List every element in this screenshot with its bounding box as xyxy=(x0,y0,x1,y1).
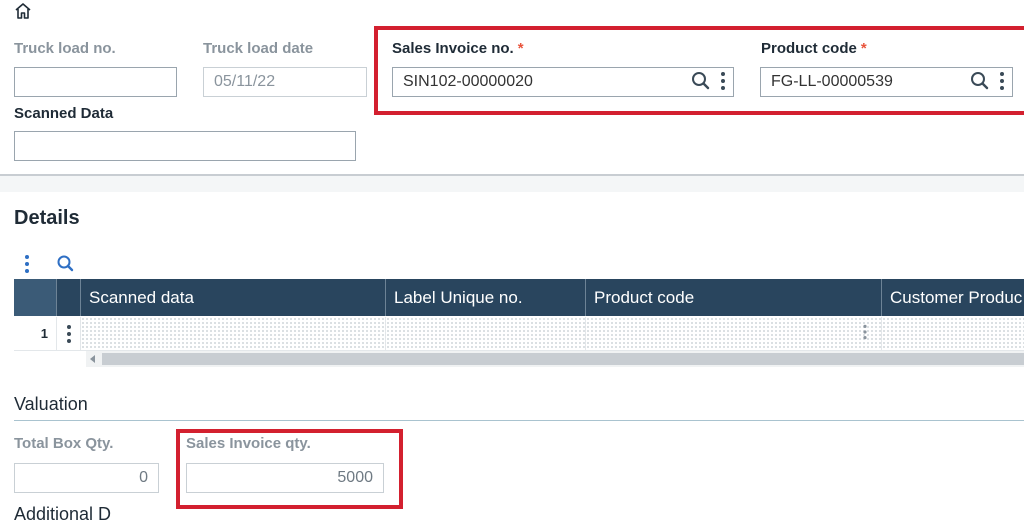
product-code-input[interactable]: FG-LL-00000539 xyxy=(760,67,1013,97)
home-icon[interactable] xyxy=(14,2,34,20)
truck-load-date-input[interactable]: 05/11/22 xyxy=(203,67,367,97)
grid-actions-icon[interactable] xyxy=(25,255,29,273)
section-divider-shadow xyxy=(0,176,1024,192)
cell-customer-product[interactable] xyxy=(882,317,1024,350)
scroll-left-arrow-icon[interactable] xyxy=(90,355,95,363)
required-marker: * xyxy=(517,40,524,57)
more-options-icon[interactable] xyxy=(721,72,725,90)
sales-invoice-qty-label: Sales Invoice qty. xyxy=(186,435,311,452)
scanned-data-input[interactable] xyxy=(14,131,356,161)
column-header-label-unique-no[interactable]: Label Unique no. xyxy=(386,279,586,316)
truck-load-no-input[interactable] xyxy=(14,67,177,97)
sales-invoice-no-label: Sales Invoice no. * xyxy=(392,40,524,57)
column-header-customer-product[interactable]: Customer Produc xyxy=(882,279,1024,316)
sales-invoice-no-label-text: Sales Invoice no. xyxy=(392,40,514,57)
search-icon[interactable] xyxy=(691,70,711,92)
total-box-qty-input[interactable]: 0 xyxy=(14,463,159,493)
sales-invoice-no-value: SIN102-00000020 xyxy=(403,73,533,90)
grid-search-icon[interactable] xyxy=(56,254,76,274)
details-grid-header: Scanned data Label Unique no. Product co… xyxy=(14,279,1024,316)
truck-load-no-label: Truck load no. xyxy=(14,40,116,57)
product-code-value: FG-LL-00000539 xyxy=(771,73,893,90)
truck-load-date-label: Truck load date xyxy=(203,40,314,57)
product-code-label-text: Product code xyxy=(761,40,857,57)
details-title: Details xyxy=(14,207,80,229)
cell-scanned-data[interactable] xyxy=(81,317,386,350)
column-header-product-code[interactable]: Product code xyxy=(586,279,882,316)
grid-horizontal-scrollbar[interactable] xyxy=(86,351,1024,367)
row-menu-icon[interactable] xyxy=(66,324,71,343)
column-header-scanned-data[interactable]: Scanned data xyxy=(81,279,386,316)
grid-header-actions xyxy=(57,279,81,316)
sales-invoice-qty-input[interactable]: 5000 xyxy=(186,463,384,493)
total-box-qty-label: Total Box Qty. xyxy=(14,435,114,452)
scanned-data-label: Scanned Data xyxy=(14,105,114,122)
sales-invoice-no-input[interactable]: SIN102-00000020 xyxy=(392,67,734,97)
search-icon[interactable] xyxy=(970,70,990,92)
cell-label-unique-no[interactable] xyxy=(386,317,586,350)
required-marker: * xyxy=(860,40,867,57)
more-options-icon[interactable] xyxy=(1000,72,1004,90)
grid-header-rownum xyxy=(14,279,57,316)
cell-product-code[interactable] xyxy=(586,317,882,350)
table-row[interactable]: 1 xyxy=(14,317,1024,351)
product-code-label: Product code * xyxy=(761,40,867,57)
row-actions[interactable] xyxy=(57,317,81,350)
valuation-title: Valuation xyxy=(14,394,88,414)
scrollbar-thumb[interactable] xyxy=(102,353,1024,365)
next-section-title: Additional D xyxy=(14,504,112,524)
valuation-underline xyxy=(14,420,1024,421)
cell-menu-icon[interactable] xyxy=(863,324,867,340)
row-number: 1 xyxy=(14,317,57,350)
row-number-text: 1 xyxy=(40,326,48,341)
